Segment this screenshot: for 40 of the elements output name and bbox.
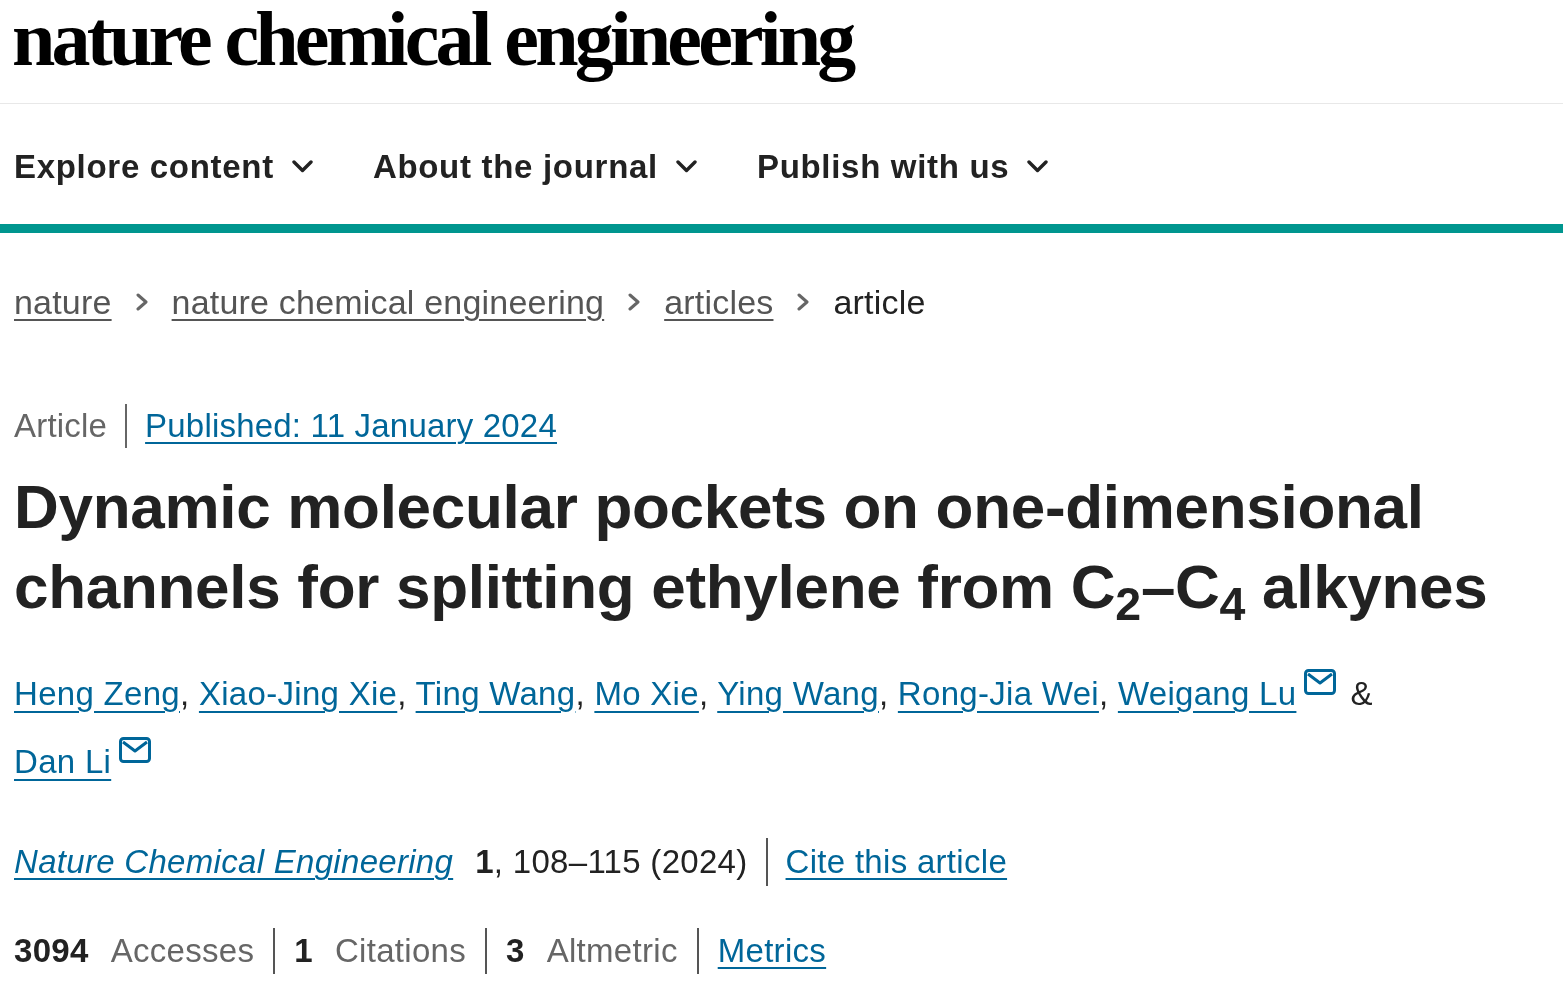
breadcrumb-link[interactable]: articles xyxy=(664,276,774,328)
email-icon[interactable] xyxy=(1304,669,1337,695)
author-separator: , xyxy=(698,675,709,712)
citation-details: 1, 108–115 (2024) xyxy=(475,842,748,883)
email-icon[interactable] xyxy=(119,737,152,763)
chevron-down-icon xyxy=(675,159,697,173)
author-link[interactable]: Weigang Lu xyxy=(1117,675,1297,712)
article-title: Dynamic molecular pockets on one-dimensional channels for splitting ethylene from C$_{2}$–C$_{4}$ alkynes xyxy=(14,471,1489,627)
chevron-down-icon xyxy=(1027,159,1049,173)
breadcrumb-link[interactable]: nature chemical engineering xyxy=(171,276,605,328)
metric-stat: 3094 Accesses xyxy=(14,931,255,972)
author-separator: , xyxy=(180,675,190,712)
nav-menu-button[interactable]: Publish with us xyxy=(756,149,1049,183)
breadcrumb-current: article xyxy=(833,281,926,323)
metric-stat: 1 Citations xyxy=(294,931,466,972)
journal-link[interactable]: Nature Chemical Engineering xyxy=(14,837,454,887)
chevron-right-icon xyxy=(797,293,810,311)
author-link[interactable]: Dan Li xyxy=(14,743,112,780)
cite-article-link[interactable]: Cite this article xyxy=(785,837,1008,887)
author-separator: , xyxy=(1098,675,1109,712)
breadcrumb-link[interactable]: nature xyxy=(14,276,112,328)
author-link[interactable]: Mo Xie xyxy=(594,675,699,712)
author-separator: & xyxy=(1350,675,1373,712)
author-separator: , xyxy=(878,675,889,712)
author-link[interactable]: Ting Wang xyxy=(415,675,576,712)
author-link[interactable]: Ying Wang xyxy=(717,675,879,712)
metric-stat: 3 Altmetric xyxy=(506,931,678,972)
author-link[interactable]: Heng Zeng xyxy=(14,675,180,712)
author-separator: , xyxy=(397,675,407,712)
nav-menu-button[interactable]: Explore content xyxy=(14,149,313,183)
article-type: Article xyxy=(14,406,108,447)
chevron-down-icon xyxy=(291,159,313,173)
author-link[interactable]: Rong-Jia Wei xyxy=(897,675,1099,712)
author-separator: , xyxy=(575,675,585,712)
chevron-right-icon xyxy=(135,293,148,311)
metrics-link[interactable]: Metrics xyxy=(717,926,827,976)
published-date-link[interactable]: Published: 11 January 2024 xyxy=(145,401,557,451)
chevron-right-icon xyxy=(628,293,641,311)
nav-menu-button[interactable]: About the journal xyxy=(372,149,697,183)
author-link[interactable]: Xiao-Jing Xie xyxy=(198,675,398,712)
